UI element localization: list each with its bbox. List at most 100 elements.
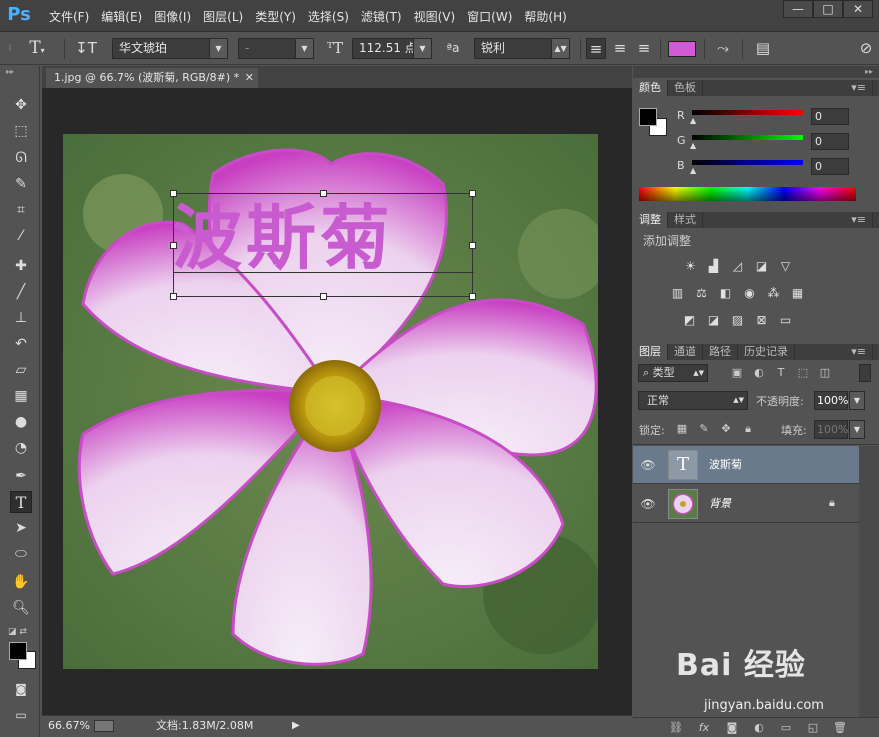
blend-mode-select[interactable]: 正常 ▲▼ [638,391,748,410]
font-size-select[interactable]: 112.51 点 ▼ [352,38,432,59]
healing-brush-tool-icon[interactable]: ✚ [10,255,32,277]
channel-b-slider[interactable] [692,160,803,165]
posterize-icon[interactable]: ◪ [706,313,721,328]
color-lookup-icon[interactable]: ▦ [790,286,805,301]
hand-tool-icon[interactable]: ✋ [10,571,32,593]
close-tab-icon[interactable]: ✕ [245,68,254,88]
channel-r-field[interactable]: 0 [811,108,849,125]
color-balance-icon[interactable]: ⚖ [694,286,709,301]
tab-history[interactable]: 历史记录 [738,344,795,360]
new-layer-icon[interactable]: ◱ [806,721,820,735]
layer-row-background[interactable]: 👁︎ 背景 🔒︎ [633,485,859,523]
layers-scrollbar[interactable] [859,446,879,717]
photo-filter-icon[interactable]: ◉ [742,286,757,301]
layer-filter-select[interactable]: ⌕ 类型 ▲▼ [638,364,708,382]
panel-menu-icon[interactable]: ▾≡ [845,80,873,96]
invert-icon[interactable]: ◩ [682,313,697,328]
filter-toggle[interactable] [859,364,871,382]
antialias-select[interactable]: 锐利 ▲▼ [474,38,570,59]
collapse-icon[interactable]: ▸▸ [6,68,34,76]
menu-help[interactable]: 帮助(H) [519,8,571,26]
transform-handle[interactable] [170,293,177,300]
lock-pixels-icon[interactable]: ✎ [697,422,711,436]
black-white-icon[interactable]: ◧ [718,286,733,301]
transform-handle[interactable] [469,293,476,300]
menu-image[interactable]: 图像(I) [149,8,196,26]
status-menu-arrow-icon[interactable]: ▶ [292,716,300,736]
swap-colors-icon[interactable]: ◪ ⇄ [8,626,34,638]
channel-mixer-icon[interactable]: ⁂ [766,286,781,301]
chevron-down-icon[interactable]: ▼ [849,391,865,410]
status-share-icon[interactable] [94,720,114,732]
layer-style-icon[interactable]: fx [697,721,711,735]
menu-file[interactable]: 文件(F) [44,8,94,26]
tab-adjustments[interactable]: 调整 [633,212,668,228]
font-style-select[interactable]: - ▼ [238,38,314,59]
layer-name[interactable]: 波斯菊 [709,457,742,473]
gradient-tool-icon[interactable]: ▦ [10,385,32,407]
channel-r-slider[interactable] [692,110,803,115]
threshold-icon[interactable]: ▨ [730,313,745,328]
pen-tool-icon[interactable]: ✒ [10,465,32,487]
crop-tool-icon[interactable]: ⌗ [10,199,32,221]
path-select-tool-icon[interactable]: ➤ [10,517,32,539]
gradient-map-icon[interactable]: ▭ [778,313,793,328]
visibility-eye-icon[interactable]: 👁︎ [640,496,656,512]
slider-thumb-icon[interactable]: ▲ [690,166,696,175]
vibrance-icon[interactable]: ▽ [778,259,793,274]
panel-collapse-icon[interactable]: ▸▸ [633,66,879,78]
restore-button[interactable]: □ [813,0,843,18]
menu-window[interactable]: 窗口(W) [462,8,517,26]
add-mask-icon[interactable]: ◙ [725,721,739,735]
new-adjustment-icon[interactable]: ◐ [752,721,766,735]
levels-icon[interactable]: ▟ [706,259,721,274]
menu-edit[interactable]: 编辑(E) [96,8,147,26]
character-panel-icon[interactable]: ▤ [752,38,774,59]
marquee-tool-icon[interactable]: ⬚ [10,120,32,142]
minimize-button[interactable]: — [783,0,813,18]
tab-layers[interactable]: 图层 [633,344,668,360]
toggle-orientation-icon[interactable]: ↧T [74,38,98,59]
curves-icon[interactable]: ◿ [730,259,745,274]
type-tool-icon[interactable]: T [10,491,32,513]
move-tool-icon[interactable]: ✥ [10,94,32,116]
tab-styles[interactable]: 样式 [668,212,703,228]
panel-menu-icon[interactable]: ▾≡ [845,344,873,360]
transform-handle[interactable] [320,190,327,197]
fill-field[interactable]: 100% [814,420,848,439]
zoom-tool-icon[interactable]: 🔍︎ [10,597,32,619]
brush-tool-icon[interactable]: ╱ [10,281,32,303]
opacity-field[interactable]: 100% [814,391,848,410]
visibility-eye-icon[interactable]: 👁︎ [640,457,656,473]
layer-name[interactable]: 背景 [709,496,731,512]
menu-layer[interactable]: 图层(L) [198,8,248,26]
tab-swatches[interactable]: 色板 [668,80,703,96]
tab-color[interactable]: 颜色 [633,80,668,96]
filter-type-icon[interactable]: T [774,366,788,380]
lock-transparent-icon[interactable]: ▦ [675,422,689,436]
history-brush-tool-icon[interactable]: ↶ [10,333,32,355]
transform-handle[interactable] [469,190,476,197]
blur-tool-icon[interactable]: ● [10,411,32,433]
menu-view[interactable]: 视图(V) [409,8,461,26]
align-right-icon[interactable]: ≡ [634,38,654,59]
transform-handle[interactable] [170,242,177,249]
quick-select-tool-icon[interactable]: ✎ [10,173,32,195]
panel-menu-icon[interactable]: ▾≡ [845,212,873,228]
close-button[interactable]: ✕ [843,0,873,18]
align-left-icon[interactable]: ≡ [586,38,606,59]
eraser-tool-icon[interactable]: ▱ [10,359,32,381]
document-canvas[interactable]: 波斯菊 [63,134,598,669]
filter-adjustment-icon[interactable]: ◐ [752,366,766,380]
lasso-tool-icon[interactable]: ᘏ [10,147,32,169]
quick-mask-icon[interactable]: ◙ [10,678,32,700]
lock-all-icon[interactable]: 🔒︎ [741,422,755,436]
trash-icon[interactable]: 🗑︎ [833,721,847,735]
text-bounding-box[interactable] [170,190,476,300]
foreground-color-swatch[interactable] [9,642,27,660]
font-family-select[interactable]: 华文琥珀 ▼ [112,38,228,59]
document-tab[interactable]: 1.jpg @ 66.7% (波斯菊, RGB/8#) * ✕ [46,68,258,88]
dodge-tool-icon[interactable]: ◔ [10,437,32,459]
transform-handle[interactable] [170,190,177,197]
tab-paths[interactable]: 路径 [703,344,738,360]
